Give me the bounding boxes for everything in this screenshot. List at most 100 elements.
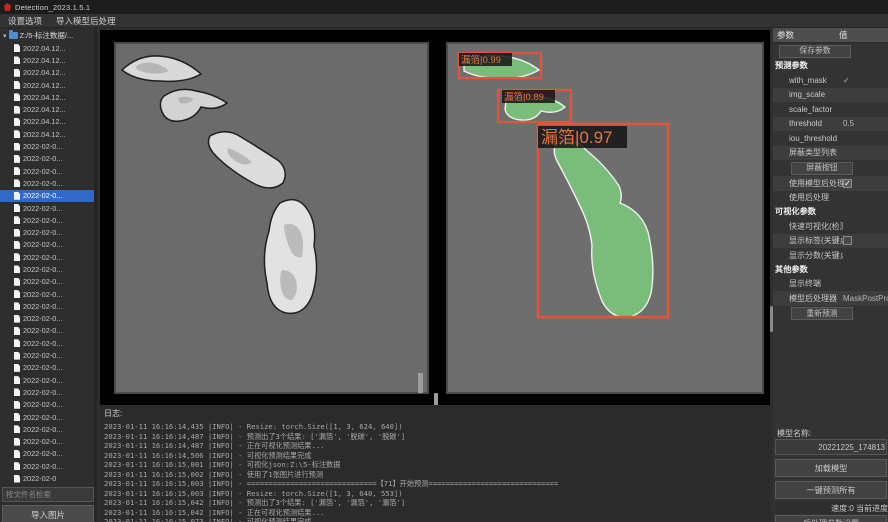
param-button[interactable]: 重新预测 <box>791 307 853 320</box>
tree-item[interactable]: 2022-02-0... <box>0 386 94 398</box>
params-header-param: 参数 <box>773 29 839 41</box>
param-label: 使用后处理 <box>773 192 843 203</box>
param-label: threshold <box>773 119 843 128</box>
tree-item[interactable]: 2022-02-0... <box>0 140 94 152</box>
param-row[interactable]: img_scale <box>773 88 888 103</box>
tree-item-label: 2022-02-0 <box>23 474 56 483</box>
menu-settings[interactable]: 设置选项 <box>8 15 42 27</box>
tree-item[interactable]: 2022.04.12... <box>0 54 94 66</box>
tree-item[interactable]: 2022-02-0... <box>0 276 94 288</box>
tree-item-label: 2022.04.12... <box>23 130 66 139</box>
tree-item[interactable]: 2022-02-0... <box>0 460 94 472</box>
file-icon <box>14 388 20 396</box>
tree-item-label: 2022-02-0... <box>23 290 62 299</box>
tree-item[interactable]: 2022.04.12... <box>0 67 94 79</box>
param-row[interactable]: iou_threshold <box>773 131 888 146</box>
tree-item[interactable]: 2022-02-0... <box>0 153 94 165</box>
tree-item[interactable]: 2022-02-0... <box>0 362 94 374</box>
tree-item[interactable]: 2022-02-0... <box>0 436 94 448</box>
menu-import-postprocess[interactable]: 导入模型后处理 <box>56 15 116 27</box>
tree-item[interactable]: 2022.04.12... <box>0 79 94 91</box>
tree-item[interactable]: 2022-02-0... <box>0 337 94 349</box>
tree-item[interactable]: 2022-02-0... <box>0 288 94 300</box>
param-button[interactable]: 保存参数 <box>779 45 851 58</box>
image-viewer: 漏箔|0.99 漏箔|0.89 漏箔|0.97 <box>100 30 770 405</box>
tree-item[interactable]: 2022-02-0... <box>0 300 94 312</box>
tree-item[interactable]: 2022-02-0... <box>0 399 94 411</box>
tree-item[interactable]: 2022-02-0... <box>0 263 94 275</box>
tree-item[interactable]: 2022-02-0... <box>0 214 94 226</box>
tree-item[interactable]: 2022-02-0... <box>0 423 94 435</box>
prediction-image-panel[interactable]: 漏箔|0.99 漏箔|0.89 漏箔|0.97 <box>440 30 770 405</box>
predict-all-button[interactable]: 一键预测所有 <box>775 481 887 499</box>
chevron-down-icon[interactable]: ▾ <box>3 32 7 40</box>
param-button[interactable]: 屏蔽按钮 <box>791 162 853 175</box>
tree-item[interactable]: 2022-02-0... <box>0 448 94 460</box>
tree-item[interactable]: 2022-02-0... <box>0 202 94 214</box>
tree-item[interactable]: 2022-02-0 <box>0 472 94 484</box>
tree-item-label: 2022-02-0... <box>23 339 62 348</box>
file-icon <box>14 401 20 409</box>
param-row[interactable]: 使用模型后处理✓ <box>773 176 888 191</box>
file-icon <box>14 290 20 298</box>
checkbox[interactable]: ✓ <box>843 179 852 188</box>
tree-item[interactable]: 2022-02-0... <box>0 190 94 202</box>
import-images-button[interactable]: 导入图片 <box>2 505 94 522</box>
log-line: 2023-01-11 16:16:15,001 |INFO| - 可视化json… <box>104 460 770 470</box>
file-icon <box>14 192 20 200</box>
param-row[interactable]: 模型后处理器MaskPostPro <box>773 291 888 306</box>
tree-item-label: 2022.04.12... <box>23 81 66 90</box>
tree-item-label: 2022.04.12... <box>23 105 66 114</box>
param-row[interactable]: 显示分数(关键点) <box>773 248 888 263</box>
file-icon <box>14 253 20 261</box>
param-label: 显示终端 <box>773 278 843 289</box>
load-model-button[interactable]: 加载模型 <box>775 459 887 477</box>
file-icon <box>14 327 20 335</box>
model-name-field[interactable]: 20221225_174813 <box>775 439 887 455</box>
tree-item[interactable]: 2022-02-0... <box>0 411 94 423</box>
tree-item[interactable]: 2022-02-0... <box>0 251 94 263</box>
tree-item[interactable]: 2022.04.12... <box>0 128 94 140</box>
progress-status: 速度:0 当前进度 <box>775 502 888 514</box>
checkbox[interactable] <box>843 236 852 245</box>
file-icon <box>14 69 20 77</box>
tree-item[interactable]: 2022.04.12... <box>0 42 94 54</box>
param-row[interactable]: 屏蔽类型列表 <box>773 146 888 161</box>
file-icon <box>14 475 20 483</box>
param-row[interactable]: 使用后处理 <box>773 191 888 206</box>
param-row[interactable]: threshold0.5 <box>773 117 888 132</box>
left-panel-scrollbar[interactable] <box>418 373 423 393</box>
log-line: 2023-01-11 16:16:14,487 |INFO| - 正在可视化预测… <box>104 441 770 451</box>
tree-item[interactable]: 2022-02-0... <box>0 226 94 238</box>
postprocess-settings-button[interactable]: 后处理参数设置 <box>775 515 887 522</box>
tree-root-folder[interactable]: ▾ Z:/5-标注数据/... <box>0 29 94 42</box>
param-row[interactable]: with_mask✓ <box>773 73 888 88</box>
param-row[interactable]: scale_factor <box>773 102 888 117</box>
panel-splitter-handle[interactable] <box>770 306 773 332</box>
tree-item[interactable]: 2022-02-0... <box>0 325 94 337</box>
tree-item-label: 2022-02-0... <box>23 326 62 335</box>
tree-item[interactable]: 2022-02-0... <box>0 374 94 386</box>
source-image-panel[interactable] <box>100 30 437 405</box>
param-row[interactable]: 快速可视化(检测) <box>773 219 888 234</box>
tree-item[interactable]: 2022.04.12... <box>0 91 94 103</box>
log-line: 2023-01-11 16:16:15,003 |INFO| - Resize:… <box>104 489 770 499</box>
tree-item[interactable]: 2022-02-0... <box>0 177 94 189</box>
log-panel: 日志: 2023-01-11 16:16:14,435 |INFO| - Res… <box>100 405 770 522</box>
file-icon <box>14 376 20 384</box>
file-icon <box>14 425 20 433</box>
tree-item[interactable]: 2022-02-0... <box>0 349 94 361</box>
file-icon <box>14 462 20 470</box>
tree-item[interactable]: 2022-02-0... <box>0 239 94 251</box>
file-icon <box>14 118 20 126</box>
param-label: iou_threshold <box>773 134 843 143</box>
param-row[interactable]: 显示终端 <box>773 277 888 292</box>
log-line: 2023-01-11 16:16:15,073 |INFO| - 可视化预测结果… <box>104 517 770 522</box>
tree-item[interactable]: 2022-02-0... <box>0 165 94 177</box>
param-row[interactable]: 显示标签(关键点) <box>773 234 888 249</box>
search-input[interactable] <box>2 487 94 502</box>
tree-item[interactable]: 2022.04.12... <box>0 116 94 128</box>
tree-item[interactable]: 2022-02-0... <box>0 313 94 325</box>
param-section-header: 可视化参数 <box>773 205 888 219</box>
tree-item[interactable]: 2022.04.12... <box>0 103 94 115</box>
